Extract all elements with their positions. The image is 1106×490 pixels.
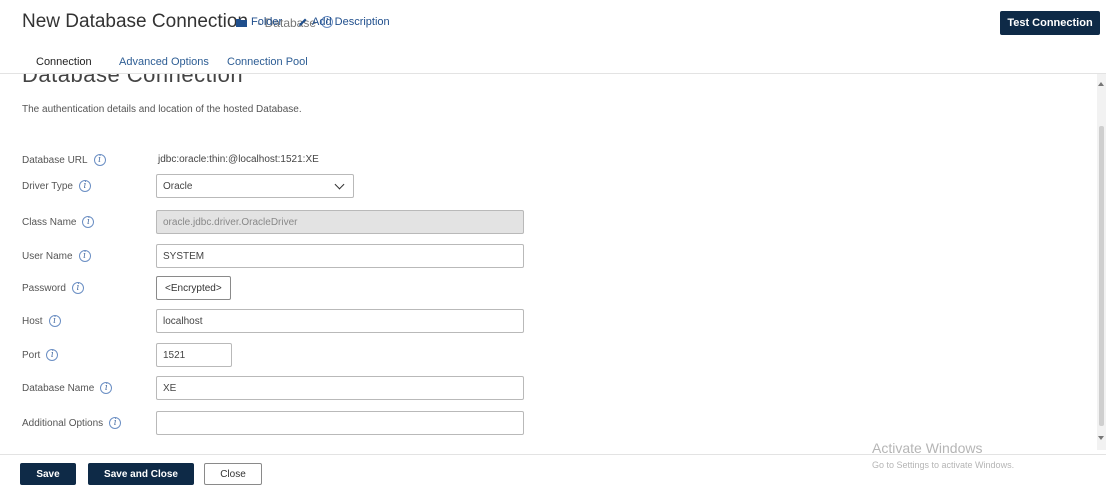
info-icon[interactable]: i xyxy=(82,216,95,228)
folder-link[interactable]: Folder xyxy=(236,16,282,28)
tab-bar: Connection Advanced Options Connection P… xyxy=(0,52,1106,74)
info-icon[interactable]: i xyxy=(71,282,84,294)
additional-options-input[interactable] xyxy=(156,411,524,435)
driver-type-value: Oracle xyxy=(163,180,193,192)
database-url-label: Database URL i xyxy=(22,154,106,166)
section-description: The authentication details and location … xyxy=(22,104,302,115)
tab-advanced-options[interactable]: Advanced Options xyxy=(119,56,209,68)
port-input[interactable]: 1521 xyxy=(156,343,232,367)
port-label: Port i xyxy=(22,349,59,361)
title-text: New Database Connection xyxy=(22,11,249,32)
database-name-label: Database Name i xyxy=(22,382,113,394)
port-label-text: Port xyxy=(22,349,41,361)
info-icon[interactable]: i xyxy=(93,154,106,166)
info-icon[interactable]: i xyxy=(78,180,91,192)
vertical-scrollbar[interactable] xyxy=(1097,74,1106,450)
tab-connection[interactable]: Connection xyxy=(36,56,92,68)
close-button[interactable]: Close xyxy=(204,463,262,485)
folder-icon xyxy=(236,18,247,27)
scroll-thumb[interactable] xyxy=(1099,126,1104,426)
scroll-up-arrow-icon[interactable] xyxy=(1098,82,1104,86)
section-heading: Database Connection xyxy=(22,74,244,87)
save-button[interactable]: Save xyxy=(20,463,76,485)
info-icon[interactable]: i xyxy=(46,349,59,361)
user-name-label-text: User Name xyxy=(22,250,73,262)
scroll-down-arrow-icon[interactable] xyxy=(1098,436,1104,440)
password-label-text: Password xyxy=(22,282,66,294)
host-label-text: Host xyxy=(22,315,43,327)
info-icon[interactable]: i xyxy=(109,417,122,429)
test-connection-button[interactable]: Test Connection xyxy=(1000,11,1100,35)
database-name-label-text: Database Name xyxy=(22,382,95,394)
dialog-header: New Database Connection - Database i Fol… xyxy=(0,0,1106,48)
user-name-label: User Name i xyxy=(22,250,91,262)
watermark-line-2: Go to Settings to activate Windows. xyxy=(872,460,1015,470)
activate-windows-watermark: Activate Windows Go to Settings to activ… xyxy=(872,440,1014,470)
additional-options-label-text: Additional Options xyxy=(22,417,104,429)
database-url-value: jdbc:oracle:thin:@localhost:1521:XE xyxy=(158,154,319,165)
folder-link-label: Folder xyxy=(251,16,283,28)
watermark-line-1: Activate Windows xyxy=(872,440,983,456)
password-encrypted-button[interactable]: <Encrypted> xyxy=(156,276,231,300)
driver-type-label: Driver Type i xyxy=(22,180,91,192)
connection-form: Database Connection The authentication d… xyxy=(0,74,1096,454)
add-description-label: Add Description xyxy=(312,16,390,28)
class-name-label: Class Name i xyxy=(22,216,95,228)
password-label: Password i xyxy=(22,282,84,294)
save-and-close-button[interactable]: Save and Close xyxy=(88,463,194,485)
additional-options-label: Additional Options i xyxy=(22,417,122,429)
class-name-field: oracle.jdbc.driver.OracleDriver xyxy=(156,210,524,234)
add-description-link[interactable]: Add Description xyxy=(298,16,390,28)
driver-type-select[interactable]: Oracle xyxy=(156,174,354,198)
host-input[interactable]: localhost xyxy=(156,309,524,333)
user-name-input[interactable]: SYSTEM xyxy=(156,244,524,268)
database-url-label-text: Database URL xyxy=(22,154,88,166)
driver-type-label-text: Driver Type xyxy=(22,180,73,192)
chevron-down-icon xyxy=(334,179,345,189)
info-icon[interactable]: i xyxy=(100,382,113,394)
host-label: Host i xyxy=(22,315,61,327)
pencil-icon xyxy=(299,18,307,26)
class-name-label-text: Class Name xyxy=(22,216,77,228)
tab-connection-pool[interactable]: Connection Pool xyxy=(227,56,308,68)
page-title: New Database Connection - Database i xyxy=(22,11,334,33)
info-icon[interactable]: i xyxy=(48,315,61,327)
info-icon[interactable]: i xyxy=(78,250,91,262)
database-name-input[interactable]: XE xyxy=(156,376,524,400)
